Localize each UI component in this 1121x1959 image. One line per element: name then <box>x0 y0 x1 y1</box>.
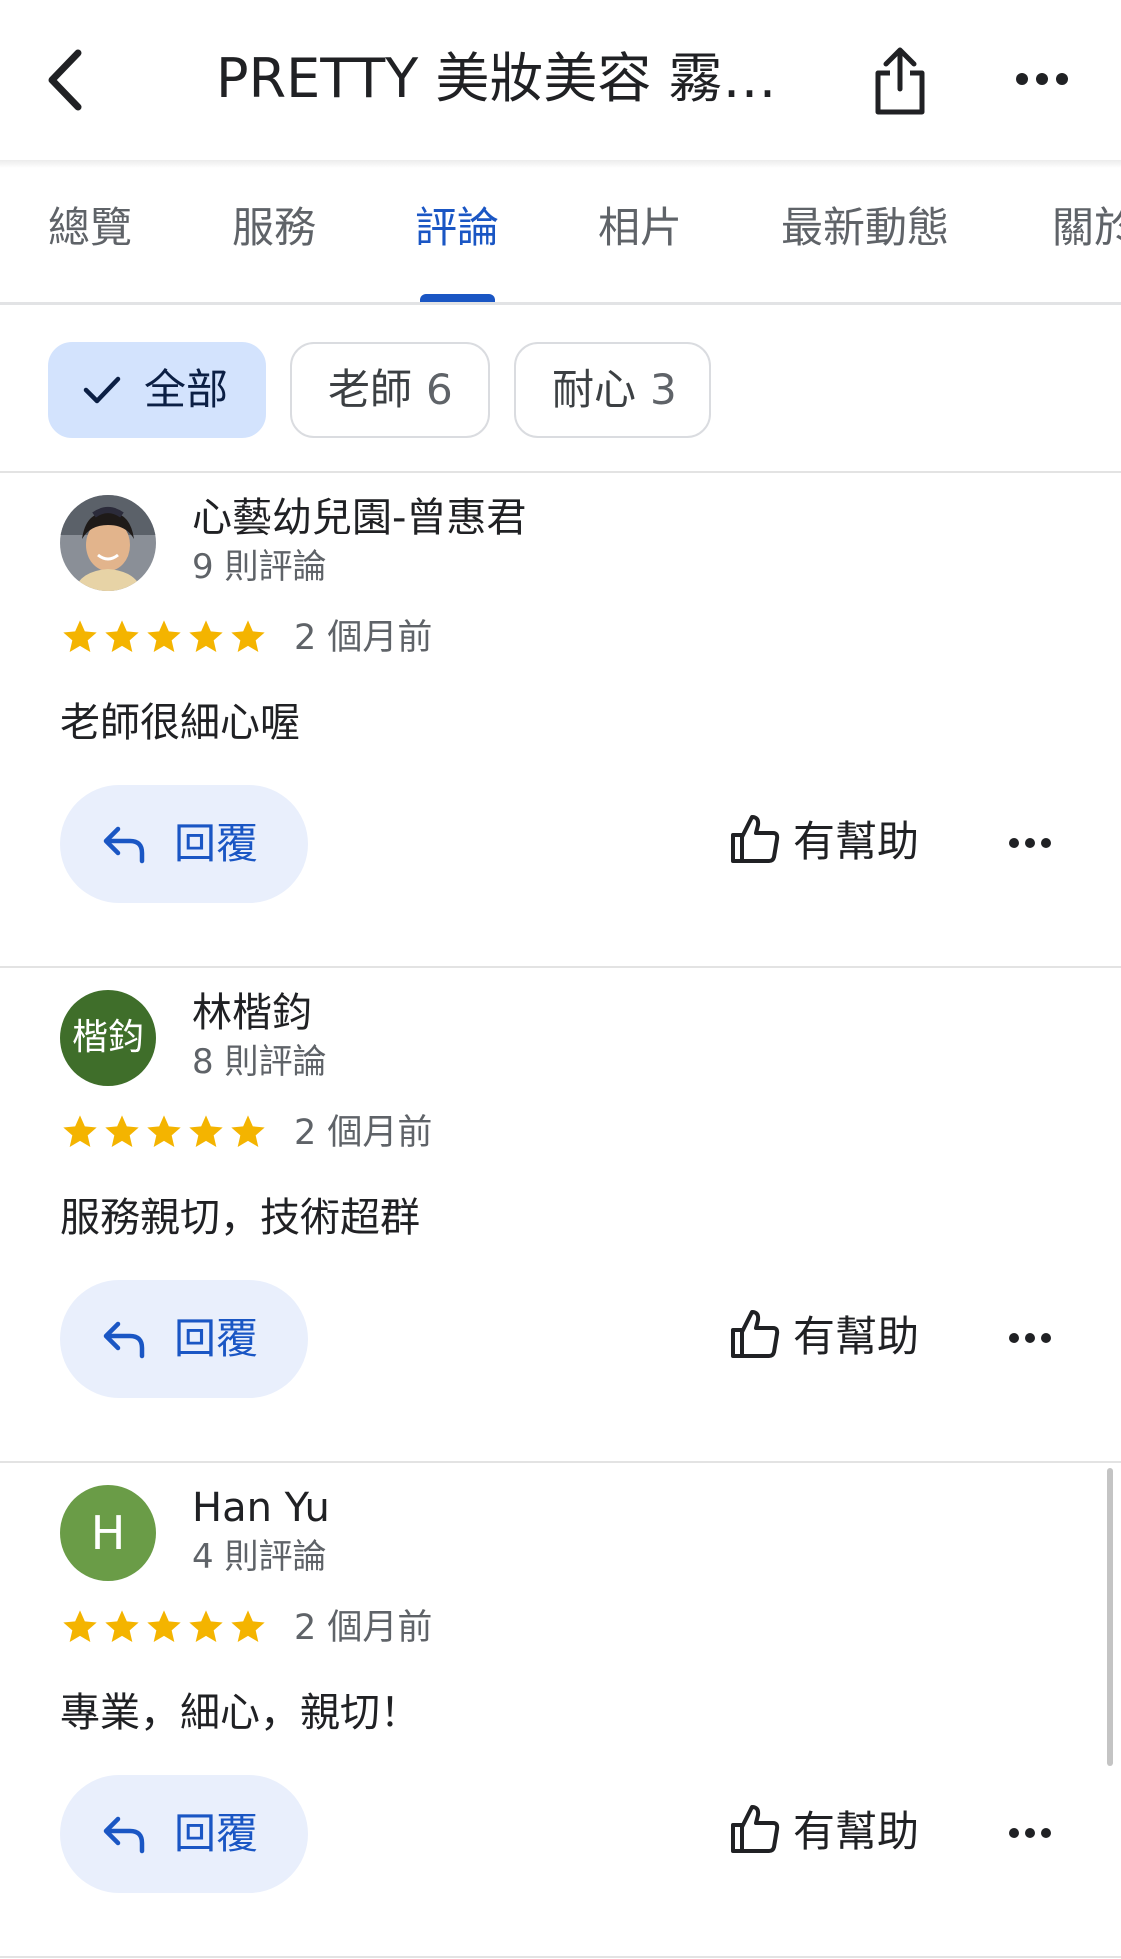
review-card: H Han Yu 4 則評論 2 個月前 專業，細心，親切！ 回覆 有幫助 <box>0 1463 1121 1958</box>
review-card: 心藝幼兒園-曾惠君 9 則評論 2 個月前 老師很細心喔 回覆 有幫助 <box>0 473 1121 968</box>
helpful-button[interactable]: 有幫助 <box>725 795 925 891</box>
reply-icon <box>103 1321 145 1359</box>
star-icon <box>147 620 181 652</box>
reviewer-name[interactable]: 心藝幼兒園-曾惠君 <box>192 493 526 543</box>
helpful-button[interactable]: 有幫助 <box>725 1290 925 1386</box>
tab-services[interactable]: 服務 <box>232 198 316 258</box>
star-icon <box>63 1115 97 1147</box>
tab-about[interactable]: 關於 <box>1052 198 1121 258</box>
tab-reviews[interactable]: 評論 <box>415 198 499 258</box>
star-icon <box>147 1115 181 1147</box>
reply-label: 回覆 <box>174 819 259 868</box>
star-icon <box>189 1610 223 1642</box>
review-card: 楷鈞 林楷鈞 8 則評論 2 個月前 服務親切，技術超群 回覆 有幫助 <box>0 968 1121 1463</box>
star-icon <box>105 1115 139 1147</box>
review-date: 2 個月前 <box>294 618 433 658</box>
tab-updates[interactable]: 最新動態 <box>781 198 949 258</box>
page-title: PRETTY 美妝美容 霧… <box>216 47 777 110</box>
more-horizontal-icon <box>1016 73 1068 85</box>
app-header: PRETTY 美妝美容 霧… <box>0 0 1121 164</box>
star-rating <box>60 1603 268 1653</box>
filter-chip-count: 6 <box>426 365 453 414</box>
star-icon <box>231 620 265 652</box>
reviewer-name[interactable]: Han Yu <box>192 1483 330 1533</box>
review-more-button[interactable] <box>1005 1320 1055 1356</box>
helpful-label: 有幫助 <box>793 1807 920 1856</box>
review-text: 服務親切，技術超群 <box>60 1195 420 1241</box>
filter-chip-all[interactable]: 全部 <box>48 342 266 438</box>
check-icon <box>83 376 121 404</box>
thumb-up-icon <box>731 1310 780 1358</box>
more-horizontal-icon <box>1009 1333 1051 1343</box>
reviewer-review-count: 8 則評論 <box>192 1042 327 1082</box>
filter-chip-label: 耐心 <box>552 365 637 414</box>
star-rating <box>60 1108 268 1158</box>
tab-photos[interactable]: 相片 <box>598 198 682 258</box>
avatar-initials: 楷鈞 <box>71 1017 144 1058</box>
filter-chip-label: 老師 <box>328 365 413 414</box>
review-text: 老師很細心喔 <box>60 700 300 746</box>
review-more-button[interactable] <box>1005 825 1055 861</box>
filter-chip-teacher[interactable]: 老師 6 <box>290 342 490 438</box>
review-text: 專業，細心，親切！ <box>60 1690 420 1736</box>
reviewer-name[interactable]: 林楷鈞 <box>192 988 312 1038</box>
tabs-divider <box>0 302 1121 305</box>
review-date: 2 個月前 <box>294 1608 433 1648</box>
star-icon <box>105 1610 139 1642</box>
reply-button[interactable]: 回覆 <box>60 1280 308 1398</box>
header-shadow <box>0 160 1121 168</box>
back-button[interactable] <box>40 45 92 115</box>
star-icon <box>105 620 139 652</box>
share-icon <box>875 47 925 115</box>
helpful-label: 有幫助 <box>793 1312 920 1361</box>
avatar[interactable] <box>60 495 156 591</box>
filter-chip-count: 3 <box>650 365 677 414</box>
filter-chip-label: 全部 <box>144 365 229 414</box>
star-icon <box>231 1115 265 1147</box>
avatar-initials: H <box>90 1506 126 1560</box>
star-icon <box>189 620 223 652</box>
reply-button[interactable]: 回覆 <box>60 785 308 903</box>
star-rating <box>60 613 268 663</box>
more-horizontal-icon <box>1009 838 1051 848</box>
thumb-up-icon <box>731 1805 780 1853</box>
review-divider <box>0 1956 1121 1958</box>
chevron-left-icon <box>48 49 82 111</box>
more-horizontal-icon <box>1009 1828 1051 1838</box>
star-icon <box>63 620 97 652</box>
reviewer-review-count: 4 則評論 <box>192 1537 327 1577</box>
star-icon <box>63 1610 97 1642</box>
tab-overview[interactable]: 總覽 <box>48 198 132 258</box>
star-icon <box>231 1610 265 1642</box>
helpful-button[interactable]: 有幫助 <box>725 1785 925 1881</box>
review-more-button[interactable] <box>1005 1815 1055 1851</box>
thumb-up-icon <box>731 815 780 863</box>
reply-icon <box>103 826 145 864</box>
profile-photo <box>60 495 156 591</box>
reply-label: 回覆 <box>174 1314 259 1363</box>
more-options-button[interactable] <box>1012 62 1072 96</box>
tab-bar: 總覽 服務 評論 相片 最新動態 關於 <box>0 168 1121 304</box>
reviewer-review-count: 9 則評論 <box>192 547 327 587</box>
star-icon <box>147 1610 181 1642</box>
filter-chip-patience[interactable]: 耐心 3 <box>514 342 711 438</box>
reply-button[interactable]: 回覆 <box>60 1775 308 1893</box>
review-date: 2 個月前 <box>294 1113 433 1153</box>
share-button[interactable] <box>872 45 928 117</box>
star-icon <box>189 1115 223 1147</box>
scrollbar[interactable] <box>1107 1468 1113 1766</box>
reply-icon <box>103 1816 145 1854</box>
helpful-label: 有幫助 <box>793 817 920 866</box>
avatar[interactable]: 楷鈞 <box>60 990 156 1086</box>
avatar[interactable]: H <box>60 1485 156 1581</box>
reply-label: 回覆 <box>174 1809 259 1858</box>
